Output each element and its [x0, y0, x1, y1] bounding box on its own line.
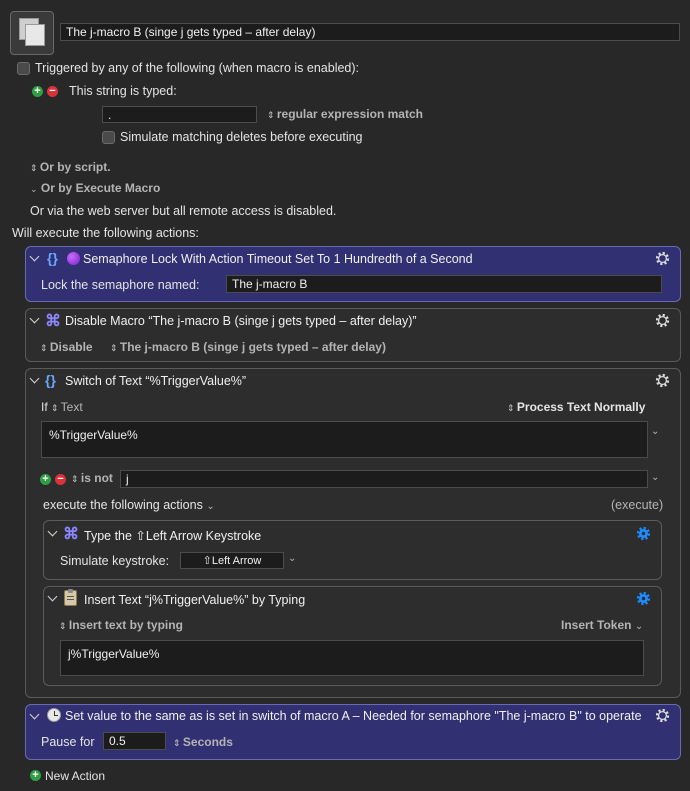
chevron-down-icon: ⌄	[30, 184, 38, 194]
simulate-deletes-label: Simulate matching deletes before executi…	[120, 130, 363, 144]
pause-for-label: Pause for	[41, 735, 95, 749]
remove-case-icon[interactable]: −	[55, 474, 66, 485]
insert-token-menu[interactable]: Insert Token ⌄	[561, 618, 643, 632]
command-icon: ⌘	[45, 313, 61, 330]
action-title: Switch of Text “%TriggerValue%”	[65, 374, 247, 388]
clipboard-icon	[64, 589, 77, 606]
macro-name-field[interactable]: The j-macro B (singe j gets typed – afte…	[60, 23, 680, 41]
insert-text-area[interactable]: j%TriggerValue%	[60, 640, 644, 676]
action-title: Type the ⇧Left Arrow Keystroke	[84, 529, 262, 543]
remove-trigger-icon[interactable]: −	[47, 86, 58, 97]
macro-icon[interactable]	[10, 11, 54, 55]
updown-icon: ⇕	[267, 110, 274, 120]
typed-string-field[interactable]: .	[102, 106, 257, 123]
disable-mode-popup[interactable]: ⇕ Disable	[40, 340, 93, 354]
gear-icon[interactable]	[635, 590, 652, 607]
action-title: Set value to the same as is set in switc…	[65, 709, 642, 723]
braces-icon: {}	[45, 372, 56, 388]
string-typed-label: This string is typed:	[69, 84, 177, 98]
semaphore-name-field[interactable]: The j-macro B	[226, 275, 662, 293]
semaphore-icon	[67, 252, 80, 265]
keystroke-menu-chevron-icon[interactable]: ⌄	[288, 553, 296, 564]
execute-hint: (execute)	[611, 498, 664, 512]
web-server-note: Or via the web server but all remote acc…	[30, 204, 337, 218]
chevron-down-icon[interactable]: ⌄	[206, 501, 214, 512]
add-case-icon[interactable]: +	[40, 474, 51, 485]
or-execute-disclosure[interactable]: ⌄ Or by Execute Macro	[30, 181, 160, 195]
updown-icon: ⇕	[59, 621, 66, 631]
new-action-icon[interactable]: +	[30, 770, 41, 781]
switch-text-area[interactable]: %TriggerValue%	[41, 421, 648, 458]
keystroke-field[interactable]: ⇧Left Arrow	[180, 552, 284, 569]
condition-popup[interactable]: ⇕ is not	[71, 471, 113, 485]
gear-icon[interactable]	[654, 250, 671, 267]
process-text-popup[interactable]: ⇕ Process Text Normally	[507, 400, 645, 414]
unit-popup[interactable]: ⇕ Seconds	[173, 735, 233, 749]
or-by-script-disclosure[interactable]: ⇕ Or by script.	[30, 160, 111, 174]
updown-icon: ⇕	[110, 343, 117, 353]
new-action-button[interactable]: New Action	[45, 769, 105, 783]
gear-icon[interactable]	[654, 707, 671, 724]
execute-actions-label: execute the following actions ⌄	[43, 498, 215, 512]
value-menu-chevron-icon[interactable]: ⌄	[651, 472, 659, 483]
if-label: If	[41, 400, 48, 414]
action-title: Insert Text “j%TriggerValue%” by Typing	[84, 593, 306, 607]
updown-icon: ⇕	[71, 474, 78, 484]
gear-icon[interactable]	[654, 372, 671, 389]
chevron-down-icon: ⌄	[634, 621, 644, 632]
braces-icon: {}	[47, 250, 58, 266]
insert-mode-popup[interactable]: ⇕ Insert text by typing	[59, 618, 183, 632]
updown-icon: ⇕	[173, 738, 180, 748]
actions-header: Will execute the following actions:	[12, 226, 199, 240]
lock-semaphore-label: Lock the semaphore named:	[41, 278, 200, 292]
simulate-deletes-checkbox[interactable]	[102, 131, 115, 144]
action-title: Disable Macro “The j-macro B (singe j ge…	[65, 314, 417, 328]
trigger-header: Triggered by any of the following (when …	[35, 61, 360, 75]
source-popup[interactable]: ⇕ Text	[51, 400, 83, 414]
updown-icon: ⇕	[507, 403, 514, 413]
case-value-field[interactable]: j	[120, 470, 648, 488]
triggered-checkbox[interactable]	[17, 62, 30, 75]
add-trigger-icon[interactable]: +	[32, 86, 43, 97]
pause-duration-field[interactable]: 0.5	[103, 732, 166, 750]
action-title: Semaphore Lock With Action Timeout Set T…	[83, 252, 473, 266]
match-mode-popup[interactable]: ⇕ regular expression match	[267, 107, 423, 121]
simulate-keystroke-label: Simulate keystroke:	[60, 554, 170, 568]
updown-icon: ⇕	[30, 163, 37, 173]
updown-icon: ⇕	[51, 403, 58, 413]
command-icon: ⌘	[63, 526, 79, 543]
gear-icon[interactable]	[635, 525, 652, 542]
clock-icon	[47, 708, 61, 722]
gear-icon[interactable]	[654, 312, 671, 329]
target-macro-popup[interactable]: ⇕ The j-macro B (singe j gets typed – af…	[110, 340, 386, 354]
updown-icon: ⇕	[40, 343, 47, 353]
text-menu-chevron-icon[interactable]: ⌄	[651, 426, 659, 437]
